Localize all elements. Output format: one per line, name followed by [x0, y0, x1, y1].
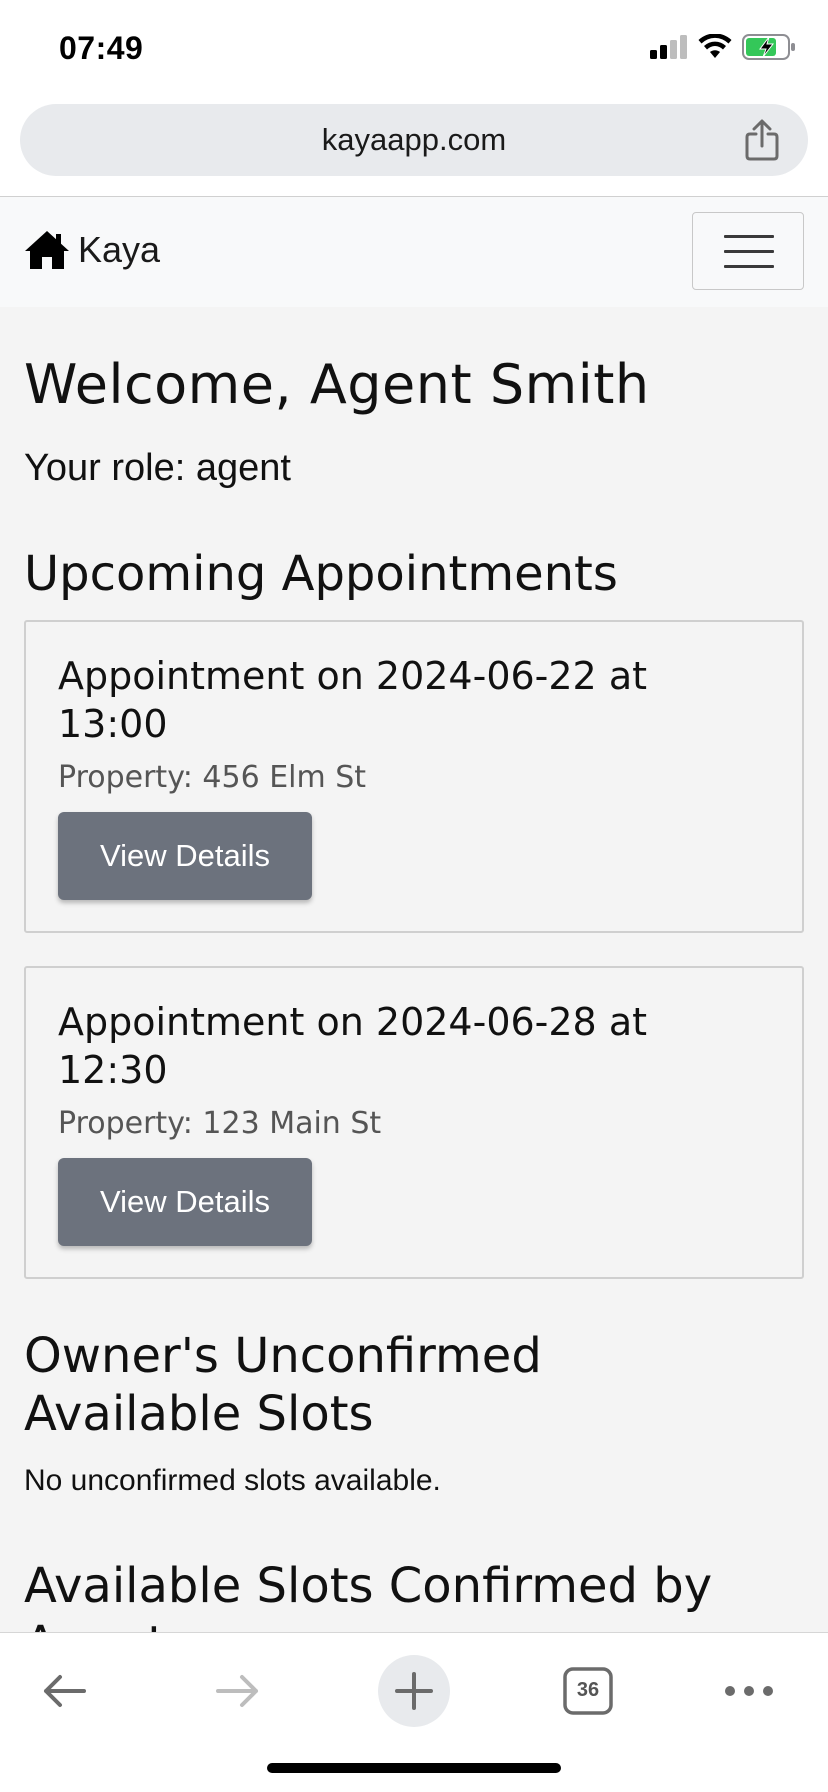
url-text: kayaapp.com	[321, 122, 507, 157]
unconfirmed-slots-empty: No unconfirmed slots available.	[24, 1464, 441, 1497]
arrow-right-icon	[216, 1675, 258, 1707]
status-icons	[650, 34, 796, 60]
more-dots-icon	[725, 1686, 773, 1696]
arrow-left-icon	[44, 1675, 86, 1707]
confirmed-slots-heading: Available Slots Confirmed by Agent	[24, 1558, 713, 1632]
appointment-title: Appointment on 2024-06-28 at 12:30	[58, 1000, 647, 1092]
back-button[interactable]	[28, 1655, 100, 1727]
navbar: Kaya	[0, 197, 828, 307]
appointment-title: Appointment on 2024-06-22 at 13:00	[58, 654, 647, 746]
hamburger-menu-icon-bar	[724, 265, 774, 268]
tabs-button[interactable]: 36	[552, 1655, 624, 1727]
view-details-button[interactable]: View Details	[58, 1158, 312, 1246]
main-content: Welcome, Agent Smith Your role: agent Up…	[0, 307, 828, 1632]
appointment-property: Property: 456 Elm St	[58, 760, 367, 795]
status-bar: 07:49	[0, 0, 828, 100]
address-bar[interactable]: kayaapp.com	[20, 104, 808, 176]
battery-charging-icon	[742, 34, 795, 60]
forward-button[interactable]	[202, 1655, 274, 1727]
unconfirmed-slots-heading: Owner's Unconfirmed Available Slots	[24, 1328, 542, 1442]
tab-count: 36	[576, 1679, 600, 1701]
navbar-brand[interactable]: Kaya	[24, 229, 160, 271]
home-indicator	[267, 1763, 561, 1773]
appointment-card: Appointment on 2024-06-22 at 13:00 Prope…	[24, 620, 804, 933]
brand-text: Kaya	[78, 229, 161, 270]
screen: 07:49 kayaapp.com Kaya Welcome, Agent Sm…	[0, 0, 828, 1792]
more-options-button[interactable]	[713, 1655, 785, 1727]
wifi-icon	[698, 34, 732, 58]
new-tab-button[interactable]	[378, 1655, 450, 1727]
home-icon	[25, 231, 69, 269]
hamburger-menu-icon	[724, 235, 774, 238]
plus-icon	[395, 1672, 433, 1710]
share-icon[interactable]	[742, 118, 782, 162]
welcome-heading: Welcome, Agent Smith	[24, 353, 650, 416]
hamburger-menu-icon-bar	[724, 250, 774, 253]
appointment-property: Property: 123 Main St	[58, 1106, 382, 1141]
view-details-button[interactable]: View Details	[58, 812, 312, 900]
menu-toggle-button[interactable]	[692, 212, 804, 290]
cellular-signal-icon	[650, 35, 687, 59]
status-time: 07:49	[59, 30, 144, 66]
role-text: Your role: agent	[24, 447, 291, 489]
upcoming-appointments-heading: Upcoming Appointments	[24, 546, 618, 602]
appointment-card: Appointment on 2024-06-28 at 12:30 Prope…	[24, 966, 804, 1279]
